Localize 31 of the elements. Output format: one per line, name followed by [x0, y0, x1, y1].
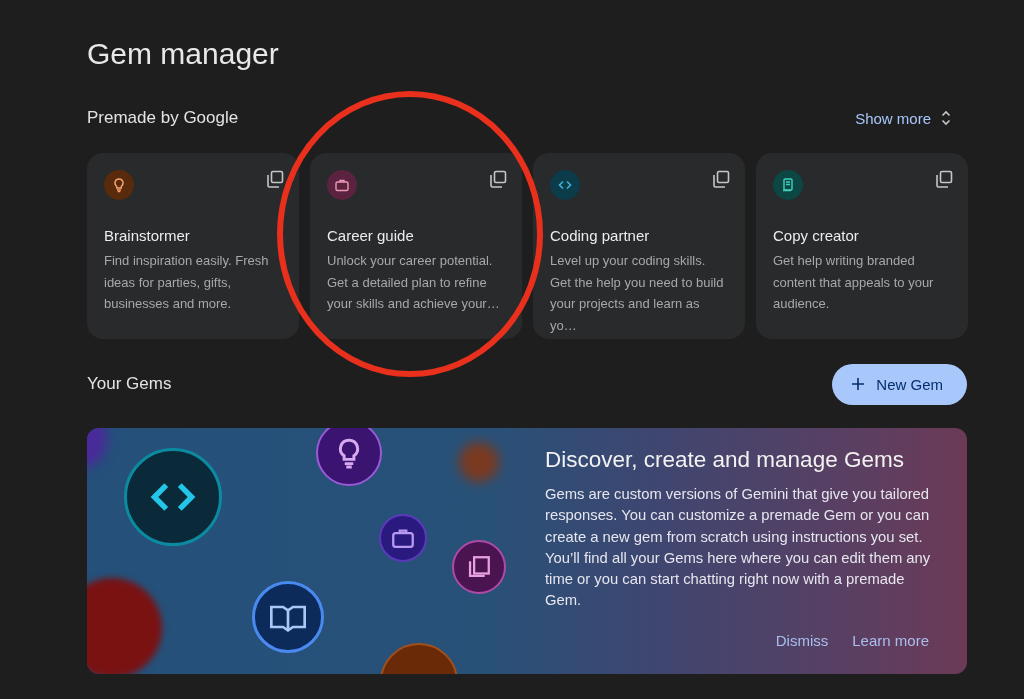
copy-icon[interactable] [712, 170, 730, 188]
copy-icon[interactable] [489, 170, 507, 188]
copy-icon[interactable] [935, 170, 953, 188]
show-more-button[interactable]: Show more [847, 105, 967, 131]
banner-action-button[interactable]: Dismiss [767, 627, 837, 653]
gem-card[interactable]: Copy creator Get help writing branded content that appeals to your audience. [756, 153, 968, 339]
section-heading: Your Gems [87, 374, 172, 394]
lightbulb-icon [111, 177, 127, 193]
briefcase-icon [334, 177, 350, 193]
gem-description: Find inspiration easily. Fresh ideas for parties, gifts, businesses and more. [104, 252, 270, 313]
new-gem-button[interactable]: New Gem [832, 363, 967, 405]
gem-title: Coding partner [550, 227, 651, 244]
copy-icon[interactable] [266, 170, 284, 188]
gem-description: Get help writing branded content that appeals to your audience. [773, 252, 935, 313]
gem-description: Level up your coding skills. Get the help you need to build your projects and learn as yo… [550, 252, 725, 335]
gem-title: Copy creator [773, 227, 860, 244]
section-heading: Premade by Google [87, 108, 239, 128]
document-icon [780, 177, 796, 193]
banner-title: Discover, create and manage Gems [545, 446, 905, 474]
gem-title: Career guide [327, 227, 415, 244]
gem-description: Unlock your career potential. Get a detailed plan to refine your skills and achieve your… [327, 252, 501, 313]
gem-card[interactable]: Career guide Unlock your career potential. Get a detailed plan to refine your skills and achieve your… [310, 153, 522, 339]
page-title: Gem manager [87, 36, 280, 72]
banner-description: Gems are custom versions of Gemini that give you tailored responses. You can customize a premade Gem or you can create a new gem from scratch using instructions you set. You’ll find all your Gems here where you can edit them any time or you can start chatting right now with a premade Gem. [545, 485, 932, 611]
gem-title: Brainstormer [104, 227, 191, 244]
books-icon [466, 554, 492, 580]
gem-card[interactable]: Brainstormer Find inspiration easily. Fresh ideas for parties, gifts, businesses and more. [87, 153, 299, 339]
banner-action-button[interactable]: Learn more [844, 627, 937, 653]
plus-icon [852, 378, 865, 390]
gem-card[interactable]: Coding partner Level up your coding skills. Get the help you need to build your projects and learn as yo… [533, 153, 745, 339]
expand-icon [941, 110, 951, 126]
